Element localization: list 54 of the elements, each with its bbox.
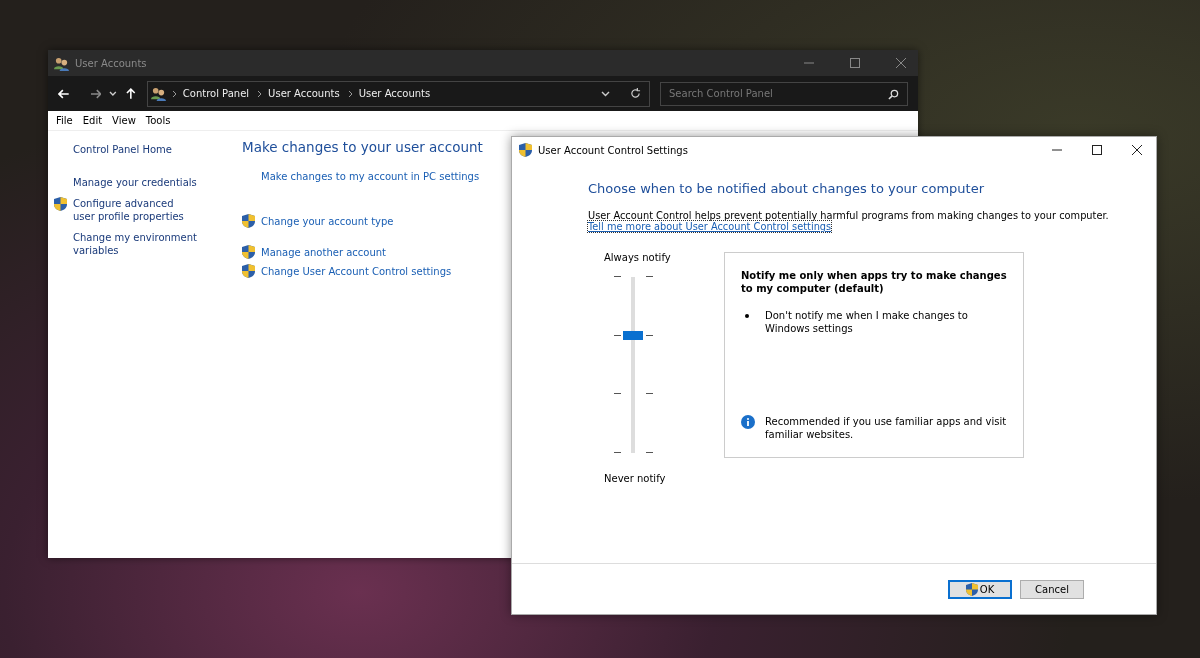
level-title: Notify me only when apps try to make changes to my computer (default) (741, 269, 1007, 295)
back-arrow-icon[interactable] (58, 87, 70, 100)
bullet-icon (745, 314, 749, 318)
close-icon[interactable] (1132, 145, 1142, 155)
menu-item[interactable]: View (107, 115, 141, 126)
breadcrumb-item[interactable]: User Accounts (268, 88, 340, 99)
menu-item[interactable]: Edit (77, 115, 108, 126)
ok-button[interactable]: OK (948, 579, 1012, 599)
chevron-icon (347, 89, 353, 98)
address-bar[interactable]: Control Panel User Accounts User Accounts (146, 80, 650, 107)
window-title: User Accounts (75, 57, 147, 69)
slider-thumb[interactable] (623, 330, 643, 340)
shield-icon (519, 143, 532, 157)
chevron-icon (257, 89, 263, 98)
notification-slider[interactable] (614, 277, 654, 453)
sidebar-link[interactable]: Configure advanced user profile properties (73, 197, 197, 223)
search-icon[interactable] (888, 88, 899, 100)
page-heading: Make changes to your user account (242, 139, 483, 155)
forward-arrow-icon[interactable] (89, 87, 102, 100)
users-icon (54, 55, 69, 71)
dialog-heading: Choose when to be notified about changes to your computer (588, 181, 986, 196)
sidebar-link[interactable]: Control Panel Home (73, 143, 197, 156)
shield-icon (242, 244, 255, 259)
cancel-button[interactable]: Cancel (1020, 579, 1084, 599)
refresh-icon[interactable] (630, 88, 641, 99)
maximize-icon[interactable] (1092, 145, 1102, 155)
breadcrumb-item[interactable]: Control Panel (182, 88, 250, 99)
sidebar-link[interactable]: Manage your credentials (73, 176, 197, 189)
up-arrow-icon[interactable] (125, 87, 137, 100)
caret-icon[interactable] (109, 90, 118, 97)
info-icon (741, 415, 755, 429)
task-link[interactable]: Manage another account (261, 247, 387, 258)
caret-icon[interactable] (601, 90, 610, 97)
task-link[interactable]: Make changes to my account in PC settings (261, 171, 480, 182)
users-icon (150, 86, 166, 101)
description-text: User Account Control helps prevent potentially harmful programs from making changes to your computer. (588, 210, 1110, 221)
shield-icon (242, 263, 255, 278)
shield-icon (242, 213, 255, 228)
sidebar-link[interactable]: Change my environment variables (73, 231, 197, 257)
shield-icon (965, 582, 978, 596)
menu-item[interactable]: File (51, 115, 78, 126)
slider-label: Never notify (604, 473, 666, 484)
task-link[interactable]: Change your account type (261, 216, 394, 227)
shield-icon (54, 197, 67, 211)
slider-label: Always notify (604, 252, 671, 263)
help-link[interactable]: Tell me more about User Account Control settings (588, 221, 832, 232)
menu-item[interactable]: Tools (140, 115, 176, 126)
chevron-icon (171, 89, 177, 98)
task-link[interactable]: Change User Account Control settings (261, 266, 452, 277)
search-field[interactable]: Search Control Panel (660, 81, 908, 106)
bullet-text: Don't notify me when I make changes to Windows settings (765, 309, 969, 335)
note-text: Recommended if you use familiar apps and visit familiar websites. (765, 415, 1007, 441)
breadcrumb-item[interactable]: User Accounts (358, 88, 431, 99)
window-title: User Account Control Settings (538, 144, 688, 156)
